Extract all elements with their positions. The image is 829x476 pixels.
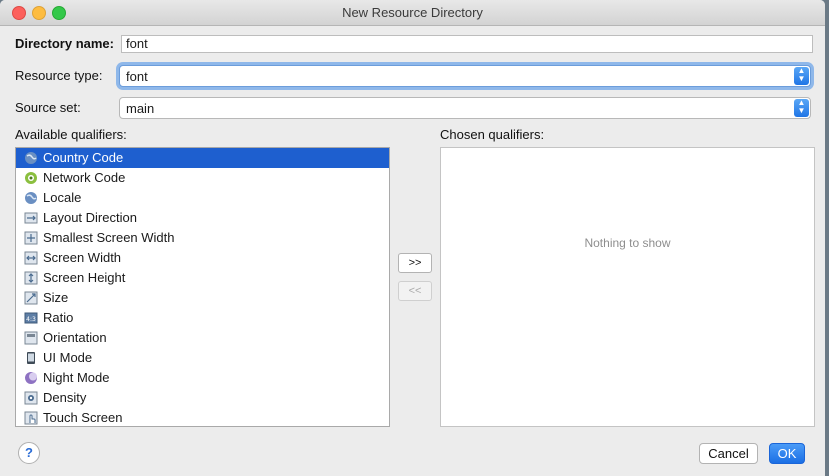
title-bar: New Resource Directory (0, 0, 825, 26)
qualifier-item-label: Orientation (43, 330, 107, 345)
qualifier-item[interactable]: UI Mode (16, 348, 389, 368)
empty-list-message: Nothing to show (584, 236, 671, 250)
qualifier-item-label: Network Code (43, 170, 126, 185)
qualifier-item-label: Touch Screen (43, 410, 123, 425)
qualifier-item[interactable]: Locale (16, 188, 389, 208)
globe-icon (24, 151, 38, 165)
source-set-value: main (126, 101, 155, 116)
phone-icon (24, 351, 38, 365)
ratio-icon: 4:3 (24, 311, 38, 325)
chosen-qualifiers-list[interactable]: Nothing to show (440, 147, 815, 427)
qualifier-item[interactable]: 4:3 Ratio (16, 308, 389, 328)
qualifier-item[interactable]: Density (16, 388, 389, 408)
qualifier-item[interactable]: Layout Direction (16, 208, 389, 228)
resource-type-label: Resource type: (15, 68, 103, 83)
remove-qualifier-button[interactable]: << (398, 281, 432, 301)
add-qualifier-button[interactable]: >> (398, 253, 432, 273)
qualifier-item-label: Ratio (43, 310, 74, 325)
globe-icon (24, 191, 38, 205)
screen-height-icon (24, 271, 38, 285)
qualifier-item[interactable]: Orientation (16, 328, 389, 348)
qualifier-item-label: Locale (43, 190, 82, 205)
qualifier-item[interactable]: Size (16, 288, 389, 308)
qualifier-item[interactable]: Screen Height (16, 268, 389, 288)
qualifier-item-label: Screen Height (43, 270, 126, 285)
resource-type-select[interactable]: font ▲ ▼ (119, 65, 811, 87)
source-set-select[interactable]: main ▲ ▼ (119, 97, 811, 119)
qualifier-item[interactable]: Smallest Screen Width (16, 228, 389, 248)
window-title: New Resource Directory (342, 5, 483, 20)
qualifier-item-label: Screen Width (43, 250, 122, 265)
touch-icon (24, 411, 38, 425)
smallest-width-icon (24, 231, 38, 245)
qualifier-item[interactable]: Touch Screen (16, 408, 389, 426)
qualifier-item[interactable]: Night Mode (16, 368, 389, 388)
select-arrows-icon: ▲ ▼ (794, 67, 809, 85)
available-qualifiers-list[interactable]: Country Code Network Code Locale Layout Dir… (15, 147, 390, 427)
orientation-icon (24, 331, 38, 345)
qualifier-item-label: Density (43, 390, 87, 405)
qualifier-item-label: Country Code (43, 150, 124, 165)
ok-button[interactable]: OK (769, 443, 805, 464)
dialog-window: New Resource Directory Directory name: f… (0, 0, 825, 476)
qualifier-item[interactable]: Country Code (16, 148, 389, 168)
directory-name-input[interactable]: font (121, 35, 813, 53)
help-button[interactable]: ? (18, 442, 40, 464)
qualifier-item[interactable]: Screen Width (16, 248, 389, 268)
night-mode-icon (24, 371, 38, 385)
directory-name-label: Directory name: (15, 36, 114, 51)
density-icon (24, 391, 38, 405)
qualifier-item[interactable]: Network Code (16, 168, 389, 188)
size-icon (24, 291, 38, 305)
layout-direction-icon (24, 211, 38, 225)
qualifier-item-label: Layout Direction (43, 210, 137, 225)
cancel-button[interactable]: Cancel (699, 443, 758, 464)
chosen-qualifiers-label: Chosen qualifiers: (440, 127, 545, 142)
qualifier-item-label: Night Mode (43, 370, 110, 385)
qualifier-item-label: Smallest Screen Width (43, 230, 175, 245)
source-set-label: Source set: (15, 100, 81, 115)
screen-width-icon (24, 251, 38, 265)
available-qualifiers-label: Available qualifiers: (15, 127, 127, 142)
resource-type-value: font (126, 69, 148, 84)
network-icon (24, 171, 38, 185)
qualifier-item-label: Size (43, 290, 69, 305)
select-arrows-icon: ▲ ▼ (794, 99, 809, 117)
qualifier-item-label: UI Mode (43, 350, 93, 365)
svg-text:4:3: 4:3 (26, 316, 36, 323)
